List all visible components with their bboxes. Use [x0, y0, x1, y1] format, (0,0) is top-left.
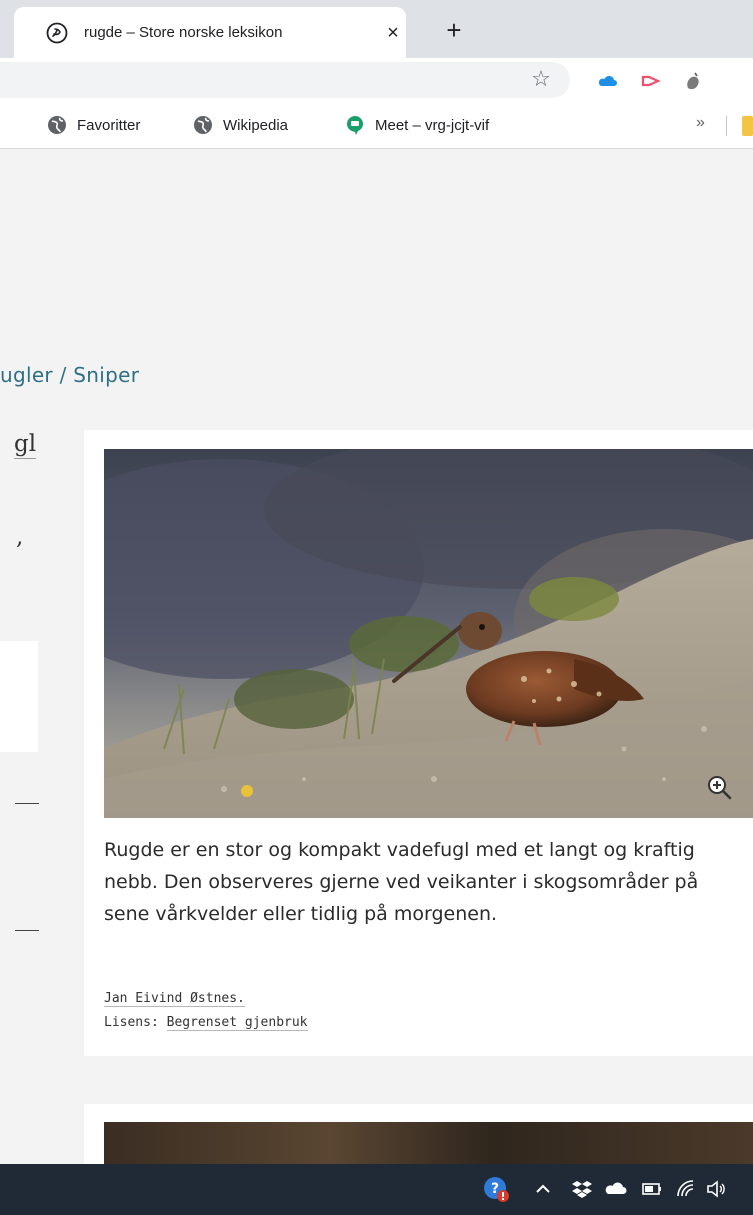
- bookmark-label: Favoritter: [77, 116, 141, 134]
- speaker-icon[interactable]: [704, 1177, 728, 1201]
- wifi-icon[interactable]: [674, 1177, 698, 1201]
- bookmark-star-icon[interactable]: ☆: [529, 68, 553, 92]
- zoom-in-icon[interactable]: [706, 774, 734, 802]
- author-link[interactable]: Jan Eivind Østnes.: [104, 991, 245, 1007]
- cast-icon[interactable]: [640, 70, 662, 92]
- license-label: Lisens:: [104, 1015, 159, 1030]
- chevron-up-icon[interactable]: [531, 1177, 555, 1201]
- bookmark-meet[interactable]: Meet – vrg-jcjt-vif: [344, 114, 489, 136]
- help-alert-icon[interactable]: ?: [482, 1175, 510, 1203]
- second-figure-card: [84, 1104, 753, 1164]
- left-column-text-fragment[interactable]: gl: [14, 430, 37, 459]
- second-figure-photo[interactable]: [104, 1122, 753, 1164]
- dropbox-icon[interactable]: [570, 1177, 594, 1201]
- bookmark-wikipedia[interactable]: Wikipedia: [192, 114, 288, 136]
- browser-tab[interactable]: rugde – Store norske leksikon ×: [14, 7, 406, 58]
- bookmark-label: Meet – vrg-jcjt-vif: [375, 116, 490, 134]
- bookmark-favoritter[interactable]: Favoritter: [46, 114, 140, 136]
- meet-icon: [347, 116, 363, 135]
- license-link[interactable]: Begrenset gjenbruk: [166, 1015, 308, 1031]
- left-column-divider: [15, 803, 39, 804]
- left-column-divider: [15, 930, 39, 931]
- woodcock-photo[interactable]: [104, 449, 753, 818]
- extension-icon[interactable]: [682, 70, 704, 92]
- new-tab-button[interactable]: +: [440, 16, 468, 44]
- tab-strip: rugde – Store norske leksikon × +: [0, 0, 753, 58]
- globe-icon: [48, 116, 66, 134]
- onedrive-icon[interactable]: [604, 1177, 628, 1201]
- onedrive-icon[interactable]: [596, 70, 618, 92]
- tab-close-button[interactable]: ×: [380, 20, 406, 46]
- woodcock-photo-image: [104, 449, 753, 818]
- bookmark-label: Wikipedia: [223, 116, 289, 134]
- battery-icon[interactable]: [640, 1177, 664, 1201]
- snl-favicon-icon: [46, 22, 68, 44]
- bookmarks-bar: Favoritter Wikipedia Meet – vrg-jcjt-vif…: [0, 102, 753, 149]
- address-bar[interactable]: [0, 62, 570, 98]
- figure-caption: Rugde er en stor og kompakt vadefugl med…: [104, 839, 699, 925]
- bookmark-folder-icon[interactable]: [742, 116, 753, 136]
- left-column-box: [0, 641, 38, 752]
- bookmarks-divider: [726, 116, 727, 136]
- globe-icon: [194, 116, 212, 134]
- browser-toolbar: ☆: [0, 58, 753, 102]
- windows-taskbar: ?: [0, 1164, 753, 1215]
- left-column-text-fragment: ,: [16, 524, 24, 550]
- breadcrumb[interactable]: ugler / Sniper: [0, 363, 139, 387]
- figure-card: Rugde er en stor og kompakt vadefugl med…: [84, 430, 753, 1056]
- figure-credit: Jan Eivind Østnes. Lisens: Begrenset gje…: [104, 987, 308, 1035]
- bookmarks-overflow-button[interactable]: »: [696, 114, 705, 132]
- tab-title: rugde – Store norske leksikon: [84, 24, 283, 41]
